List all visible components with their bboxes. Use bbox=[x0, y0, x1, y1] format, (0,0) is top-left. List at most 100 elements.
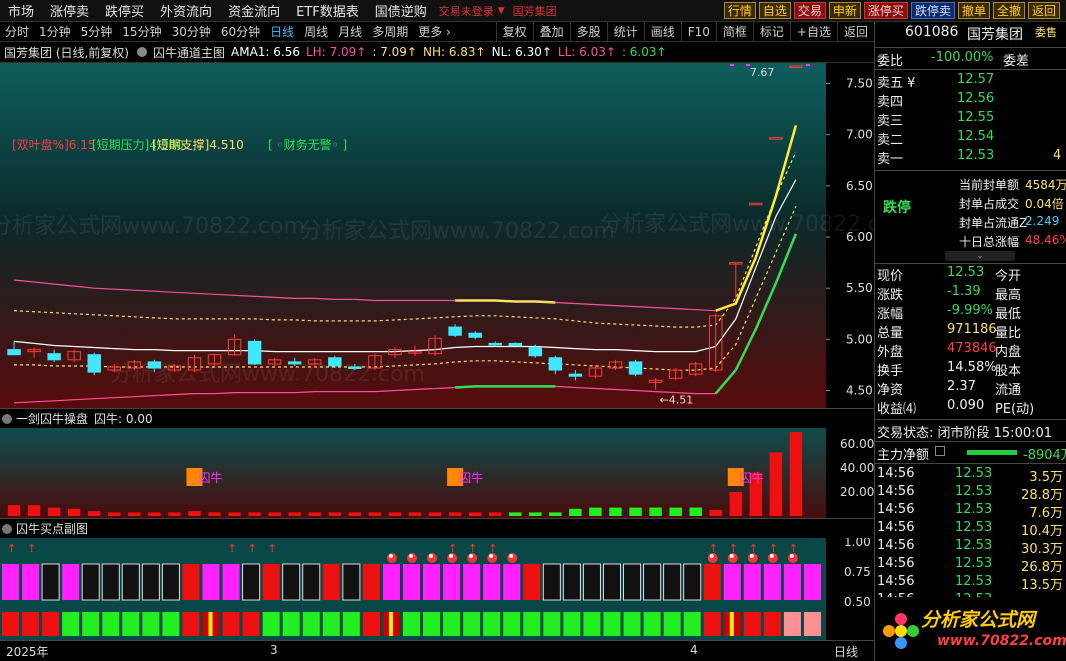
panel-collapse-icon[interactable] bbox=[2, 523, 12, 534]
menu-item-etf-table[interactable]: ETF数据表 bbox=[288, 1, 367, 20]
candle[interactable] bbox=[87, 352, 101, 376]
stat-label-2: 量比 bbox=[995, 326, 1022, 341]
sub2-top-cell bbox=[2, 564, 20, 600]
info-icon[interactable] bbox=[935, 446, 945, 456]
sub1-bar bbox=[448, 512, 462, 516]
period-tab-1[interactable]: 1分钟 bbox=[34, 23, 76, 40]
tool-button-0[interactable]: 复权 bbox=[495, 21, 533, 42]
quick-button-5[interactable]: 跌停卖 bbox=[910, 2, 955, 19]
period-tab-5[interactable]: 60分钟 bbox=[216, 23, 265, 40]
quick-button-3[interactable]: 申新 bbox=[828, 2, 861, 19]
sub2-bottom-cell bbox=[683, 612, 701, 636]
chevron-down-icon[interactable]: ⌄ bbox=[945, 251, 1015, 261]
sub1-bar bbox=[288, 512, 301, 516]
period-tab-7[interactable]: 周线 bbox=[299, 23, 333, 40]
tick-price: 12.53 bbox=[955, 556, 993, 571]
sub2-top-cell bbox=[41, 563, 60, 601]
tick-time: 14:56 bbox=[877, 574, 915, 589]
tool-button-1[interactable]: 叠加 bbox=[532, 21, 570, 42]
period-tab-3[interactable]: 15分钟 bbox=[117, 23, 166, 40]
indicator-name[interactable]: 囚牛通道主图 bbox=[153, 44, 225, 61]
menu-item-limit-down-buy[interactable]: 跌停买 bbox=[97, 1, 152, 20]
tool-button-9[interactable]: 返回 bbox=[836, 21, 874, 42]
seal-value: 2.249 bbox=[1025, 214, 1060, 228]
sub-panel-2-chart[interactable]: ↑ ↑ ↑ ↑ ↑ ↑ ↑ ↑ ↑ ↑ ↑ ↑ ↑ 1.000.750.50 bbox=[0, 538, 874, 640]
period-tab-8[interactable]: 月线 bbox=[333, 23, 367, 40]
candle[interactable] bbox=[328, 355, 342, 369]
sub2-top-cell bbox=[402, 564, 421, 600]
menu-item-repo[interactable]: 国债逆购 bbox=[367, 1, 435, 20]
tool-button-8[interactable]: +自选 bbox=[789, 21, 837, 42]
candle[interactable] bbox=[247, 339, 262, 365]
chevron-down-icon[interactable]: ▼ bbox=[498, 6, 505, 16]
sub2-bottom-cell bbox=[242, 612, 260, 636]
buy-signal-marker: 囚牛 bbox=[727, 468, 764, 486]
quick-button-7[interactable]: 全撤 bbox=[992, 2, 1025, 19]
period-tab-0[interactable]: 分时 bbox=[0, 23, 34, 40]
sub2-top-cell bbox=[643, 563, 662, 601]
sub2-bottom-cell bbox=[2, 612, 20, 636]
quick-button-2[interactable]: 交易 bbox=[793, 2, 826, 19]
period-tab-2[interactable]: 5分钟 bbox=[76, 23, 118, 40]
trade-login-status[interactable]: 交易未登录 bbox=[439, 3, 494, 19]
period-tab-10[interactable]: 更多 › bbox=[413, 23, 456, 40]
tool-button-3[interactable]: 统计 bbox=[606, 21, 644, 42]
stat-label-2: PE(动) bbox=[995, 402, 1035, 417]
menu-item-market[interactable]: 市场 bbox=[0, 1, 42, 20]
sub1-bar bbox=[268, 512, 281, 516]
stat-label: 换手 bbox=[877, 364, 904, 379]
menu-item-limit-up-sell[interactable]: 涨停卖 bbox=[42, 1, 97, 20]
tool-button-5[interactable]: F10 bbox=[680, 21, 716, 42]
tick-price: 12.53 bbox=[955, 502, 993, 517]
sub2-bottom-cell bbox=[663, 612, 681, 636]
quick-button-8[interactable]: 返回 bbox=[1027, 2, 1060, 19]
sub1-y-tick-label: 60.00 bbox=[840, 437, 874, 451]
period-tab-9[interactable]: 多周期 bbox=[367, 23, 413, 40]
sub1-bar bbox=[729, 492, 742, 516]
date-label: 2025年 bbox=[6, 645, 49, 659]
period-tab-6[interactable]: 日线 bbox=[265, 23, 299, 40]
sub1-value: 囚牛: 0.00 bbox=[94, 412, 153, 426]
sub2-top-cell bbox=[503, 564, 521, 600]
top-marker bbox=[746, 64, 750, 66]
signal-ball-icon bbox=[406, 553, 417, 563]
quick-button-4[interactable]: 涨停买 bbox=[863, 2, 908, 19]
candle[interactable] bbox=[628, 359, 643, 377]
tool-button-7[interactable]: 标记 bbox=[752, 21, 790, 42]
quick-button-6[interactable]: 撤单 bbox=[957, 2, 990, 19]
sub-panel-1-chart[interactable]: 60.00 40.00 20.00 囚牛 囚牛 囚牛 bbox=[0, 428, 874, 520]
tool-button-6[interactable]: 简框 bbox=[715, 21, 753, 42]
panel-collapse-icon[interactable] bbox=[2, 413, 12, 424]
sub2-top-cell bbox=[222, 564, 240, 600]
sub2-bottom-cell bbox=[643, 612, 661, 636]
signal-ball-icon bbox=[747, 553, 758, 563]
sub2-top-cell bbox=[22, 564, 40, 600]
period-tab-4[interactable]: 30分钟 bbox=[167, 23, 216, 40]
sub2-bottom-cell bbox=[182, 612, 200, 636]
sub1-bar bbox=[228, 512, 241, 516]
sub2-bottom-cell bbox=[523, 612, 541, 636]
sub2-top-cell bbox=[463, 564, 481, 600]
sub2-bottom-cell bbox=[82, 612, 100, 636]
date-label: 3 bbox=[270, 643, 278, 657]
ask-row: 卖五 ¥ 12.57 bbox=[875, 72, 1066, 91]
quick-button-0[interactable]: 行情 bbox=[723, 2, 756, 19]
sub2-bottom-cell bbox=[262, 612, 280, 636]
seal-row: 十日总涨幅 48.46% bbox=[875, 233, 1066, 252]
tool-button-2[interactable]: 多股 bbox=[569, 21, 607, 42]
tick-row: 14:56 12.53 13.5万 bbox=[875, 574, 1066, 593]
sub1-y-tick-label: 40.00 bbox=[840, 461, 874, 475]
sub1-bar bbox=[47, 507, 61, 516]
quick-button-1[interactable]: 自选 bbox=[758, 2, 791, 19]
indicator-info-line: 国芳集团 (日线,前复权) 囚牛通道主图 AMA1: 6.56 LH: 7.09↑… bbox=[0, 42, 874, 62]
menu-item-foreign-flow[interactable]: 外资流向 bbox=[152, 1, 220, 20]
indicator-settings-icon[interactable] bbox=[137, 47, 147, 57]
sub2-top-cell bbox=[763, 564, 781, 600]
sub2-top-cell bbox=[161, 563, 180, 601]
tick-price: 12.53 bbox=[955, 484, 993, 499]
signal-ball-icon bbox=[707, 553, 718, 563]
main-price-chart[interactable]: 分析家公式网www.70822.com分析家公式网www.70822.com分析… bbox=[0, 62, 874, 410]
sub2-top-cell bbox=[743, 564, 761, 600]
tool-button-4[interactable]: 画线 bbox=[643, 21, 681, 42]
menu-item-fund-flow[interactable]: 资金流向 bbox=[220, 1, 288, 20]
